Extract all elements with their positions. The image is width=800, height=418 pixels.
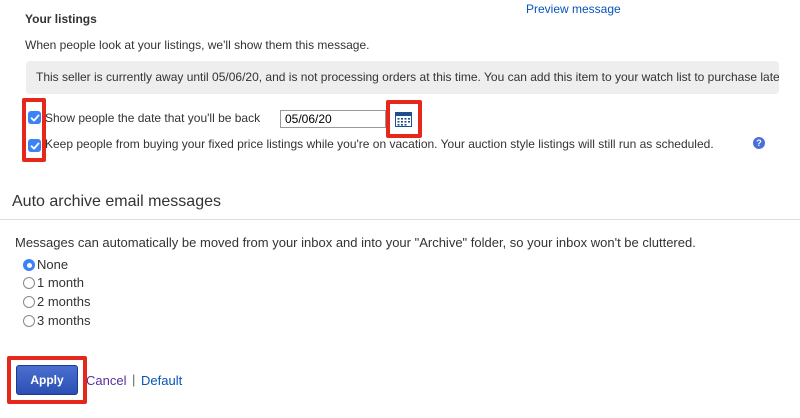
show-return-date-checkbox[interactable] bbox=[28, 111, 41, 124]
block-fixed-price-label: Keep people from buying your fixed price… bbox=[45, 137, 714, 151]
archive-option-1-month-label: 1 month bbox=[37, 275, 84, 290]
show-return-date-label: Show people the date that you'll be back bbox=[45, 111, 261, 125]
section-divider bbox=[0, 219, 800, 220]
default-link[interactable]: Default bbox=[141, 373, 182, 388]
archive-option-2-months-radio[interactable] bbox=[23, 296, 35, 308]
return-date-input[interactable] bbox=[280, 110, 386, 128]
archive-option-1-month-radio[interactable] bbox=[23, 277, 35, 289]
archive-option-2-months-label: 2 months bbox=[37, 294, 91, 309]
cancel-link[interactable]: Cancel bbox=[86, 373, 126, 388]
preview-message-link[interactable]: Preview message bbox=[526, 2, 621, 16]
checkmark-icon bbox=[30, 114, 39, 121]
listings-intro-text: When people look at your listings, we'll… bbox=[25, 38, 370, 52]
checkmark-icon bbox=[30, 142, 39, 149]
help-icon[interactable]: ? bbox=[753, 137, 765, 149]
archive-option-none-radio[interactable] bbox=[23, 259, 35, 271]
archive-option-3-months-radio[interactable] bbox=[23, 315, 35, 327]
auto-archive-description: Messages can automatically be moved from… bbox=[15, 235, 696, 250]
calendar-icon[interactable] bbox=[395, 112, 412, 127]
checkbox-highlight-frame bbox=[22, 98, 46, 162]
auto-archive-heading: Auto archive email messages bbox=[12, 193, 221, 210]
archive-option-3-months-label: 3 months bbox=[37, 313, 91, 328]
archive-option-none-label: None bbox=[37, 257, 69, 272]
link-separator: | bbox=[132, 372, 136, 387]
block-fixed-price-checkbox[interactable] bbox=[28, 139, 41, 152]
apply-button[interactable]: Apply bbox=[16, 365, 78, 395]
away-message-preview: This seller is currently away until 05/0… bbox=[26, 61, 779, 94]
your-listings-heading: Your listings bbox=[25, 12, 97, 26]
